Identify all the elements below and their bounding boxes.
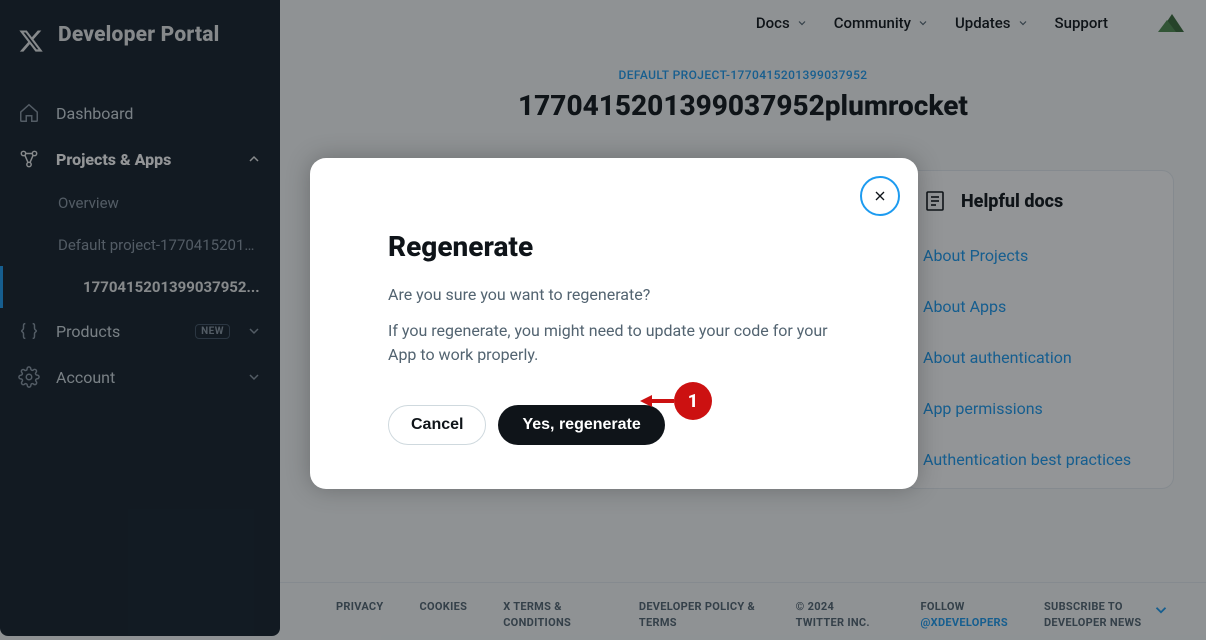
cancel-button[interactable]: Cancel bbox=[388, 405, 486, 445]
annotation-number: 1 bbox=[674, 382, 712, 420]
close-button[interactable] bbox=[860, 176, 900, 216]
arrow-left-icon bbox=[640, 393, 676, 409]
close-icon bbox=[872, 188, 888, 204]
modal-title: Regenerate bbox=[388, 230, 840, 263]
modal-actions: Cancel Yes, regenerate bbox=[388, 405, 840, 445]
modal-text-line2: If you regenerate, you might need to upd… bbox=[388, 319, 840, 367]
annotation-marker: 1 bbox=[640, 382, 712, 420]
modal-text-line1: Are you sure you want to regenerate? bbox=[388, 283, 840, 307]
regenerate-modal: Regenerate Are you sure you want to rege… bbox=[310, 158, 918, 489]
